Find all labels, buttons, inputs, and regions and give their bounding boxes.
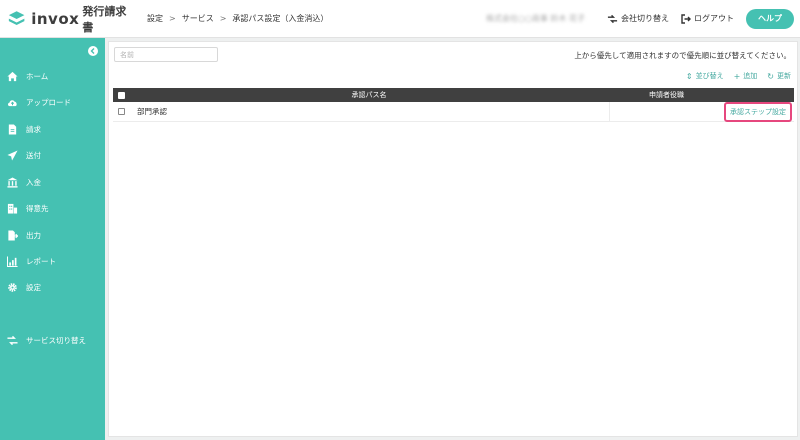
column-header-applicant-role[interactable]: 申請者役職 — [609, 90, 794, 100]
logout-label: ログアウト — [694, 14, 734, 23]
sidebar-item-label: 設定 — [26, 282, 41, 292]
sidebar-item-label: 入金 — [26, 177, 41, 187]
cloud-upload-icon — [8, 99, 17, 106]
collapse-sidebar-icon[interactable] — [88, 46, 98, 56]
logo-word: invox — [31, 9, 80, 28]
sidebar-item-switch-service[interactable]: サービス切り替え — [0, 331, 105, 349]
bank-icon — [7, 176, 18, 188]
approval-step-settings-button[interactable]: 承認ステップ設定 — [724, 101, 792, 122]
sidebar-item-label: レポート — [26, 256, 56, 266]
search-input[interactable] — [114, 47, 218, 62]
logout-icon — [681, 13, 691, 24]
send-icon — [7, 149, 18, 161]
breadcrumb-item-current: 承認パス設定（入金消込） — [232, 14, 329, 23]
add-label: 追加 — [743, 72, 758, 80]
refresh-label: 更新 — [777, 72, 791, 80]
plus-icon: + — [733, 71, 741, 81]
user-name: 株式会社○○商事 鈴木 花子 — [485, 14, 585, 23]
top-header: invox 発行請求書 設定 > サービス > 承認パス設定（入金消込） 株式会… — [0, 0, 800, 38]
logo-subtitle: 発行請求書 — [82, 4, 127, 34]
sidebar-item-label: ホーム — [26, 71, 49, 81]
sidebar-item-label: アップロード — [26, 97, 71, 107]
sidebar-item-label: サービス切り替え — [26, 335, 86, 345]
row-path-name: 部門承認 — [137, 107, 167, 116]
priority-note: 上から優先して適用されますので優先順に並び替えてください。 — [574, 51, 791, 60]
approval-path-table: 承認パス名 申請者役職 部門承認 承認ステップ設定 — [113, 88, 794, 122]
sidebar-item-settings[interactable]: 設定 — [0, 278, 105, 296]
refresh-button[interactable]: ↻ 更新 — [767, 71, 791, 81]
breadcrumb-separator: > — [219, 14, 227, 23]
row-applicant-role — [609, 102, 714, 121]
sort-label: 並び替え — [695, 72, 724, 80]
sidebar-item-label: 得意先 — [26, 203, 49, 213]
app-logo[interactable]: invox 発行請求書 — [0, 3, 135, 35]
sidebar-item-upload[interactable]: アップロード — [0, 93, 105, 111]
export-icon — [8, 229, 18, 241]
header-right: 株式会社○○商事 鈴木 花子 会社切り替え ログアウト ヘルプ — [485, 8, 800, 29]
logout-button[interactable]: ログアウト — [681, 13, 734, 24]
building-icon — [7, 203, 18, 214]
breadcrumb-separator: > — [169, 14, 176, 23]
sidebar: ホーム アップロード 請求 送付 入金 得意先 出力 レポート 設定 サービス切… — [0, 38, 105, 440]
sidebar-item-report[interactable]: レポート — [0, 252, 105, 270]
add-button[interactable]: + 追加 — [734, 71, 758, 81]
main-panel: 上から優先して適用されますので優先順に並び替えてください。 ⇕ 並び替え + 追… — [108, 41, 798, 437]
sidebar-item-label: 送付 — [26, 150, 41, 160]
table-row[interactable]: 部門承認 承認ステップ設定 — [113, 101, 794, 122]
table-actions: ⇕ 並び替え + 追加 ↻ 更新 — [676, 71, 791, 81]
sidebar-item-label: 請求 — [26, 124, 41, 134]
breadcrumb: 設定 > サービス > 承認パス設定（入金消込） — [147, 13, 328, 24]
chart-icon — [7, 255, 18, 267]
sidebar-item-send[interactable]: 送付 — [0, 146, 105, 164]
sort-button[interactable]: ⇕ 並び替え — [686, 71, 724, 81]
switch-company-button[interactable]: 会社切り替え — [607, 13, 669, 24]
gear-icon — [8, 282, 17, 292]
select-all-checkbox[interactable] — [117, 91, 125, 99]
switch-company-label: 会社切り替え — [621, 14, 669, 23]
column-header-path-name[interactable]: 承認パス名 — [129, 90, 609, 100]
sidebar-item-customers[interactable]: 得意先 — [0, 199, 105, 217]
document-icon — [8, 123, 17, 135]
sidebar-item-home[interactable]: ホーム — [0, 67, 105, 85]
table-header: 承認パス名 申請者役職 — [113, 88, 794, 102]
help-button[interactable]: ヘルプ — [746, 8, 794, 29]
refresh-icon: ↻ — [767, 71, 774, 81]
sidebar-item-payment[interactable]: 入金 — [0, 173, 105, 191]
breadcrumb-item-settings[interactable]: 設定 — [147, 13, 163, 24]
row-action-cell: 承認ステップ設定 — [714, 101, 794, 122]
switch-icon — [7, 335, 18, 345]
switch-company-icon — [607, 14, 618, 23]
row-checkbox[interactable] — [117, 108, 125, 115]
logo-mark-icon — [8, 10, 25, 25]
row-checkbox-cell — [113, 108, 129, 115]
sidebar-item-billing[interactable]: 請求 — [0, 120, 105, 138]
breadcrumb-item-service[interactable]: サービス — [182, 13, 214, 24]
home-icon — [7, 71, 18, 81]
select-all-cell — [113, 91, 129, 99]
sidebar-item-export[interactable]: 出力 — [0, 226, 105, 244]
sidebar-item-label: 出力 — [26, 230, 41, 240]
sort-icon: ⇕ — [685, 71, 693, 81]
